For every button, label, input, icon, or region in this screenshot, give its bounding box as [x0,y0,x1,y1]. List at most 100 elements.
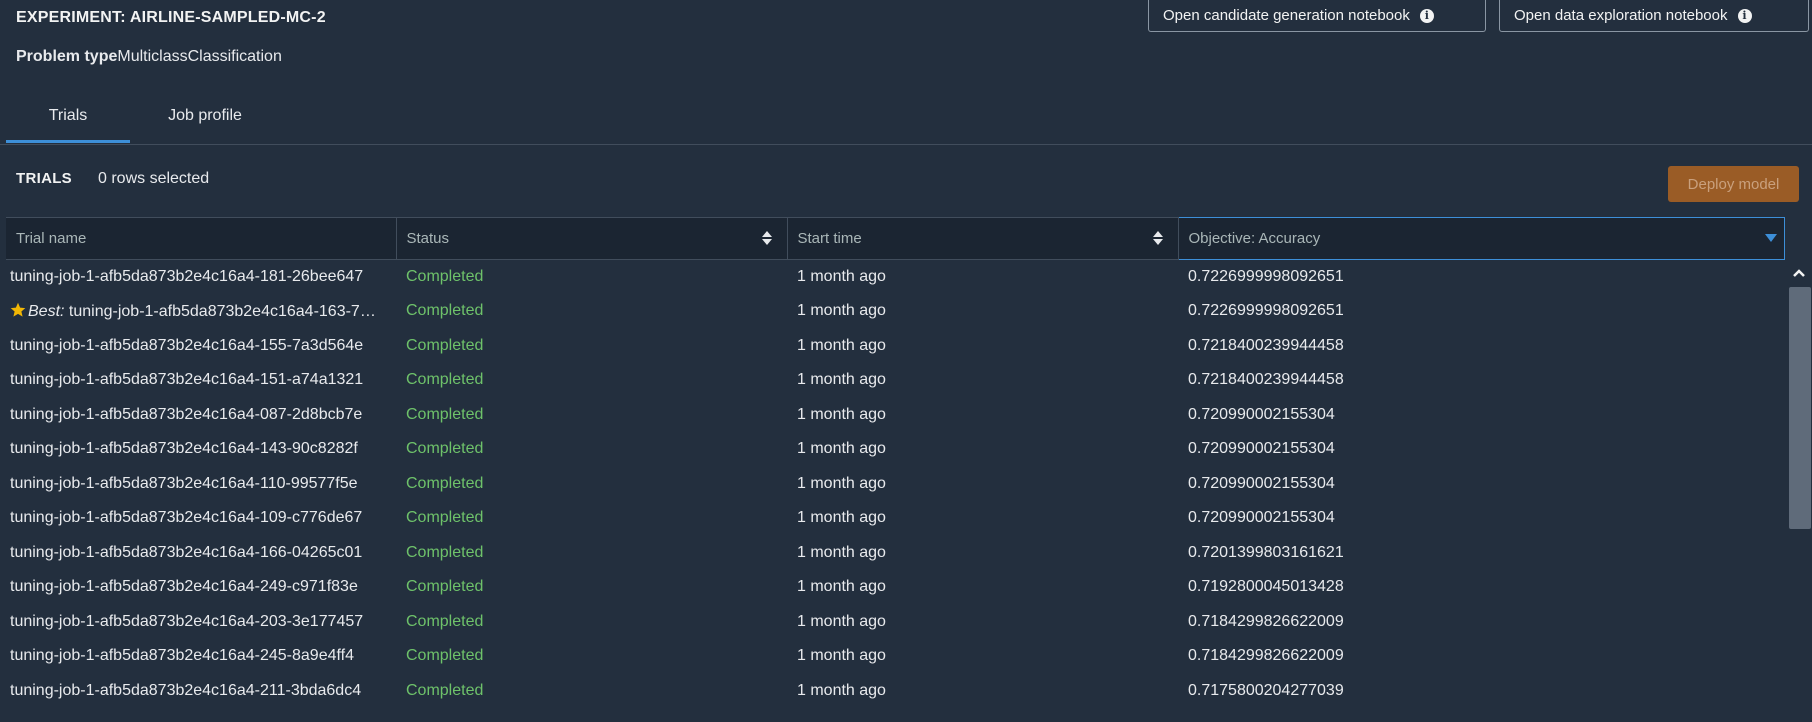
trial-name-cell[interactable]: Best: tuning-job-1-afb5da873b2e4c16a4-16… [6,294,396,329]
star-icon [10,302,26,317]
table-row[interactable]: tuning-job-1-afb5da873b2e4c16a4-087-2d8b… [6,398,1784,433]
table-row[interactable]: tuning-job-1-afb5da873b2e4c16a4-211-3bda… [6,674,1784,709]
trial-name: tuning-job-1-afb5da873b2e4c16a4-203-3e17… [10,612,364,630]
trial-objective-value: 0.720990002155304 [1188,440,1335,458]
trial-objective-value: 0.7192800045013428 [1188,578,1344,596]
trial-name-cell[interactable]: tuning-job-1-afb5da873b2e4c16a4-143-90c8… [6,432,396,467]
trial-objective-value: 0.7184299826622009 [1188,612,1344,630]
trial-status: Completed [406,578,484,596]
trial-name-cell[interactable]: tuning-job-1-afb5da873b2e4c16a4-087-2d8b… [6,398,396,433]
chevron-up-icon[interactable] [1793,269,1805,277]
exploration-notebook-label: Open data exploration notebook [1514,7,1728,24]
tab-job-profile[interactable]: Job profile [140,100,270,143]
trial-start-time: 1 month ago [797,647,886,665]
trial-name: tuning-job-1-afb5da873b2e4c16a4-087-2d8b… [10,405,363,423]
trial-status: Completed [406,509,484,527]
tab-bar: Trials Job profile [0,100,1812,145]
column-header-start-time[interactable]: Start time [787,217,1179,260]
trial-status: Completed [406,612,484,630]
open-exploration-notebook-button[interactable]: Open data exploration notebook i [1499,0,1809,32]
trial-objective-value: 0.720990002155304 [1188,474,1335,492]
table-row[interactable]: tuning-job-1-afb5da873b2e4c16a4-151-a74a… [6,363,1784,398]
trial-objective-value: 0.7201399803161621 [1188,543,1344,561]
trial-status: Completed [406,371,484,389]
column-header-objective-accuracy[interactable]: Objective: Accuracy [1177,217,1785,260]
trial-name-cell[interactable]: tuning-job-1-afb5da873b2e4c16a4-155-7a3d… [6,329,396,364]
info-icon[interactable]: i [1419,8,1434,23]
trial-name-cell[interactable]: tuning-job-1-afb5da873b2e4c16a4-166-0426… [6,536,396,571]
open-candidate-notebook-button[interactable]: Open candidate generation notebook i [1148,0,1486,32]
trials-table-container: Trial name Status Start time Objective: … [6,217,1812,722]
trial-objective-value: 0.7226999998092651 [1188,268,1344,285]
trial-start-time: 1 month ago [797,336,886,354]
trial-name: tuning-job-1-afb5da873b2e4c16a4-110-9957… [10,474,358,492]
trial-status: Completed [406,647,484,665]
trial-objective-value: 0.7218400239944458 [1188,371,1344,389]
trial-name-cell[interactable]: tuning-job-1-afb5da873b2e4c16a4-203-3e17… [6,605,396,640]
table-header-row: Trial name Status Start time Objective: … [6,217,1785,260]
candidate-notebook-label: Open candidate generation notebook [1163,7,1410,24]
trial-start-time: 1 month ago [797,474,886,492]
trial-name: tuning-job-1-afb5da873b2e4c16a4-211-3bda… [10,681,362,699]
trial-status: Completed [406,336,484,354]
trial-name-cell[interactable]: tuning-job-1-afb5da873b2e4c16a4-245-8a9e… [6,639,396,674]
best-label: Best: [28,302,65,320]
column-header-trial-name[interactable]: Trial name [6,217,397,260]
trial-name-cell[interactable]: tuning-job-1-afb5da873b2e4c16a4-181-26be… [6,260,396,295]
trial-name: tuning-job-1-afb5da873b2e4c16a4-155-7a3d… [10,336,364,354]
table-row[interactable]: tuning-job-1-afb5da873b2e4c16a4-249-c971… [6,570,1784,605]
trial-name-cell[interactable]: tuning-job-1-afb5da873b2e4c16a4-211-3bda… [6,674,396,709]
table-row[interactable]: tuning-job-1-afb5da873b2e4c16a4-245-8a9e… [6,639,1784,674]
table-row[interactable]: tuning-job-1-afb5da873b2e4c16a4-166-0426… [6,536,1784,571]
trial-status: Completed [406,268,484,285]
experiment-header: EXPERIMENT: AIRLINE-SAMPLED-MC-2 Problem… [0,0,1812,145]
trial-status: Completed [406,302,484,320]
trial-name-cell[interactable]: tuning-job-1-afb5da873b2e4c16a4-151-a74a… [6,363,396,398]
column-header-status[interactable]: Status [396,217,788,260]
table-row[interactable]: tuning-job-1-afb5da873b2e4c16a4-155-7a3d… [6,329,1784,364]
table-row[interactable]: tuning-job-1-afb5da873b2e4c16a4-203-3e17… [6,605,1784,640]
info-icon[interactable]: i [1737,8,1752,23]
trial-objective-value: 0.7184299826622009 [1188,647,1344,665]
table-scrollbar[interactable] [1786,259,1812,722]
experiment-title: EXPERIMENT: AIRLINE-SAMPLED-MC-2 [16,9,326,26]
trial-status: Completed [406,474,484,492]
table-row[interactable]: tuning-job-1-afb5da873b2e4c16a4-143-90c8… [6,432,1784,467]
sort-icon[interactable] [761,230,773,246]
problem-type: Problem typeMulticlassClassification [16,48,282,66]
trial-name-cell[interactable]: tuning-job-1-afb5da873b2e4c16a4-249-c971… [6,570,396,605]
trial-name: tuning-job-1-afb5da873b2e4c16a4-249-c971… [10,578,358,596]
column-header-label: Trial name [16,230,87,247]
column-header-label: Status [406,230,450,247]
trial-status: Completed [406,405,484,423]
trial-name: tuning-job-1-afb5da873b2e4c16a4-109-c776… [10,509,363,527]
sort-descending-icon[interactable] [1764,233,1778,243]
trials-title: TRIALS [16,170,72,187]
scrollbar-thumb[interactable] [1789,287,1811,529]
trial-start-time: 1 month ago [797,681,886,699]
trials-table: Trial name Status Start time Objective: … [6,217,1785,708]
column-header-label: Start time [797,230,862,247]
deploy-model-button[interactable]: Deploy model [1668,166,1799,202]
trial-start-time: 1 month ago [797,302,886,320]
trial-objective-value: 0.7175800204277039 [1188,681,1344,699]
trial-objective-value: 0.7218400239944458 [1188,336,1344,354]
trial-name-cell[interactable]: tuning-job-1-afb5da873b2e4c16a4-109-c776… [6,501,396,536]
table-row[interactable]: tuning-job-1-afb5da873b2e4c16a4-110-9957… [6,467,1784,502]
trial-start-time: 1 month ago [797,371,886,389]
trial-objective-value: 0.720990002155304 [1188,509,1335,527]
trial-start-time: 1 month ago [797,509,886,527]
sort-icon[interactable] [1152,230,1164,246]
trial-status: Completed [406,681,484,699]
trial-start-time: 1 month ago [797,543,886,561]
trial-start-time: 1 month ago [797,405,886,423]
table-row[interactable]: tuning-job-1-afb5da873b2e4c16a4-109-c776… [6,501,1784,536]
trial-start-time: 1 month ago [797,612,886,630]
trial-start-time: 1 month ago [797,440,886,458]
trial-status: Completed [406,543,484,561]
trial-name-cell[interactable]: tuning-job-1-afb5da873b2e4c16a4-110-9957… [6,467,396,502]
tab-trials[interactable]: Trials [6,100,130,143]
table-row[interactable]: tuning-job-1-afb5da873b2e4c16a4-181-26be… [6,260,1784,295]
table-row[interactable]: Best: tuning-job-1-afb5da873b2e4c16a4-16… [6,294,1784,329]
column-header-label: Objective: Accuracy [1188,230,1321,247]
